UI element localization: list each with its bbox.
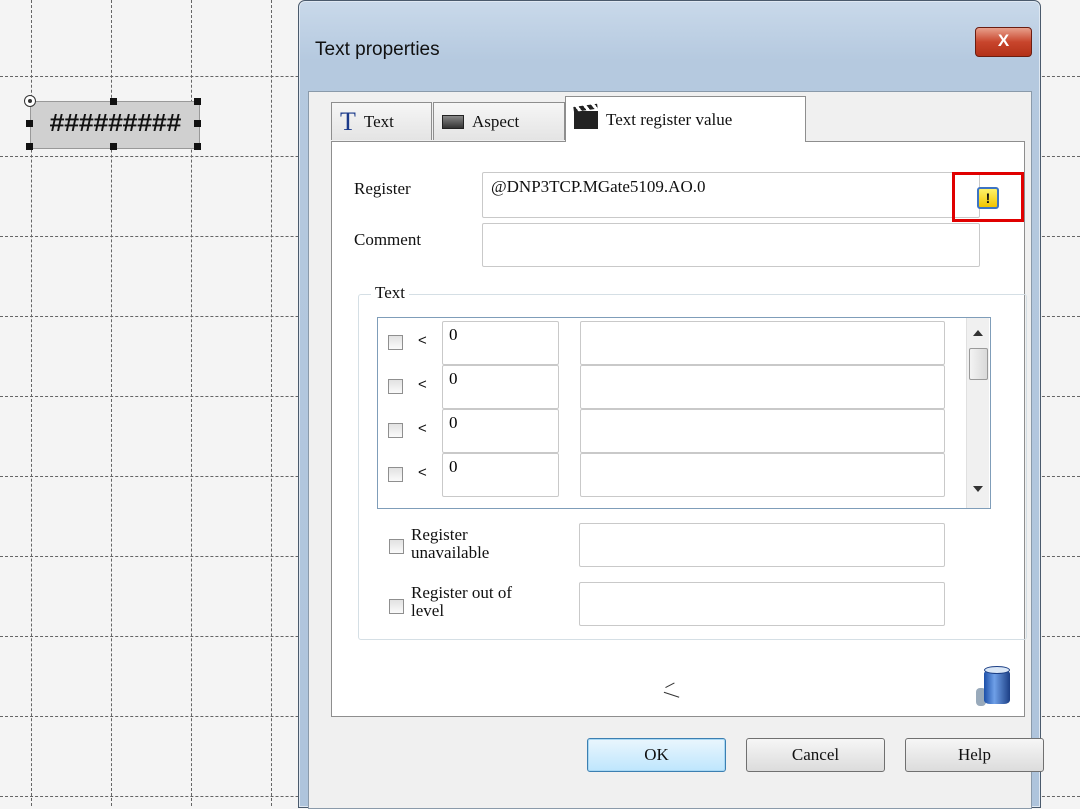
list-item: < 0 xyxy=(378,406,968,453)
scroll-up-icon[interactable] xyxy=(973,330,983,336)
tab-text-register-label: Text register value xyxy=(606,109,733,129)
mouse-cursor-icon xyxy=(660,691,680,708)
register-unavailable-label: Register unavailable xyxy=(411,526,489,562)
resize-handle[interactable] xyxy=(110,143,117,150)
list-item: < 0 xyxy=(378,362,968,409)
row-text-input[interactable] xyxy=(580,409,945,453)
ok-button[interactable]: OK xyxy=(587,738,726,772)
help-button[interactable]: Help xyxy=(905,738,1044,772)
comparison-operator: < xyxy=(418,376,427,393)
row-checkbox[interactable] xyxy=(388,467,403,482)
row-value-input[interactable]: 0 xyxy=(442,321,559,365)
row-checkbox[interactable] xyxy=(388,379,403,394)
dialog-title: Text properties xyxy=(315,39,440,60)
text-t-icon: T xyxy=(340,106,356,136)
tab-aspect-label: Aspect xyxy=(472,111,520,131)
resize-handle[interactable] xyxy=(110,98,117,105)
register-out-line1: Register out of xyxy=(411,583,513,602)
resize-handle[interactable] xyxy=(194,120,201,127)
register-out-of-level-checkbox[interactable] xyxy=(389,599,404,614)
row-value-input[interactable]: 0 xyxy=(442,453,559,497)
grid-line xyxy=(271,0,272,806)
rotation-anchor-icon[interactable] xyxy=(24,95,36,107)
comparison-operator: < xyxy=(418,332,427,349)
register-out-of-level-label: Register out of level xyxy=(411,584,512,620)
scroll-down-icon[interactable] xyxy=(973,486,983,492)
database-icon[interactable] xyxy=(984,666,1010,704)
text-group-label: Text xyxy=(371,283,409,303)
register-unavailable-field[interactable] xyxy=(579,523,945,567)
cancel-button[interactable]: Cancel xyxy=(746,738,885,772)
register-unavailable-line2: unavailable xyxy=(411,543,490,562)
comment-field[interactable] xyxy=(482,223,980,267)
register-unavailable-checkbox[interactable] xyxy=(389,539,404,554)
row-value-input[interactable]: 0 xyxy=(442,409,559,453)
comparison-operator: < xyxy=(418,420,427,437)
list-scrollbar[interactable] xyxy=(966,318,989,508)
list-item: < 0 xyxy=(378,318,968,365)
register-out-line2: level xyxy=(411,601,445,620)
row-text-input[interactable] xyxy=(580,453,945,497)
tab-text[interactable]: T Text xyxy=(331,102,432,140)
list-item: < 0 xyxy=(378,450,968,497)
register-label: Register xyxy=(354,179,411,198)
scroll-thumb[interactable] xyxy=(969,348,988,380)
tab-text-label: Text xyxy=(363,111,394,131)
widget-text: ######### xyxy=(49,109,181,139)
dialog-client-area: T Text Aspect Text register value Regist… xyxy=(308,91,1044,809)
text-groupbox: Text < 0 < 0 < 0 < 0 Register unavailabl… xyxy=(358,283,1027,640)
register-unavailable-line1: Register xyxy=(411,525,468,544)
text-value-list: < 0 < 0 < 0 < 0 xyxy=(377,317,991,509)
aspect-icon xyxy=(442,114,464,129)
selected-text-widget[interactable]: ######### xyxy=(30,101,200,149)
row-checkbox[interactable] xyxy=(388,423,403,438)
row-checkbox[interactable] xyxy=(388,335,403,350)
resize-handle[interactable] xyxy=(194,143,201,150)
close-button[interactable]: X xyxy=(975,27,1032,57)
row-text-input[interactable] xyxy=(580,365,945,409)
text-properties-dialog: Text properties X T Text Aspect Text reg… xyxy=(298,0,1044,809)
clapperboard-icon xyxy=(574,110,598,129)
resize-handle[interactable] xyxy=(26,143,33,150)
register-field[interactable]: @DNP3TCP.MGate5109.AO.0 xyxy=(482,172,980,218)
register-out-of-level-field[interactable] xyxy=(579,582,945,626)
resize-handle[interactable] xyxy=(194,98,201,105)
tab-panel: Register @DNP3TCP.MGate5109.AO.0 ! Comme… xyxy=(331,141,1027,717)
comparison-operator: < xyxy=(418,464,427,481)
tab-text-register-value[interactable]: Text register value xyxy=(565,96,806,142)
row-value-input[interactable]: 0 xyxy=(442,365,559,409)
row-text-input[interactable] xyxy=(580,321,945,365)
resize-handle[interactable] xyxy=(26,120,33,127)
tab-aspect[interactable]: Aspect xyxy=(433,102,565,140)
comment-label: Comment xyxy=(354,230,422,249)
register-select-warning-icon[interactable]: ! xyxy=(977,187,999,209)
highlight-box: ! xyxy=(952,172,1024,222)
